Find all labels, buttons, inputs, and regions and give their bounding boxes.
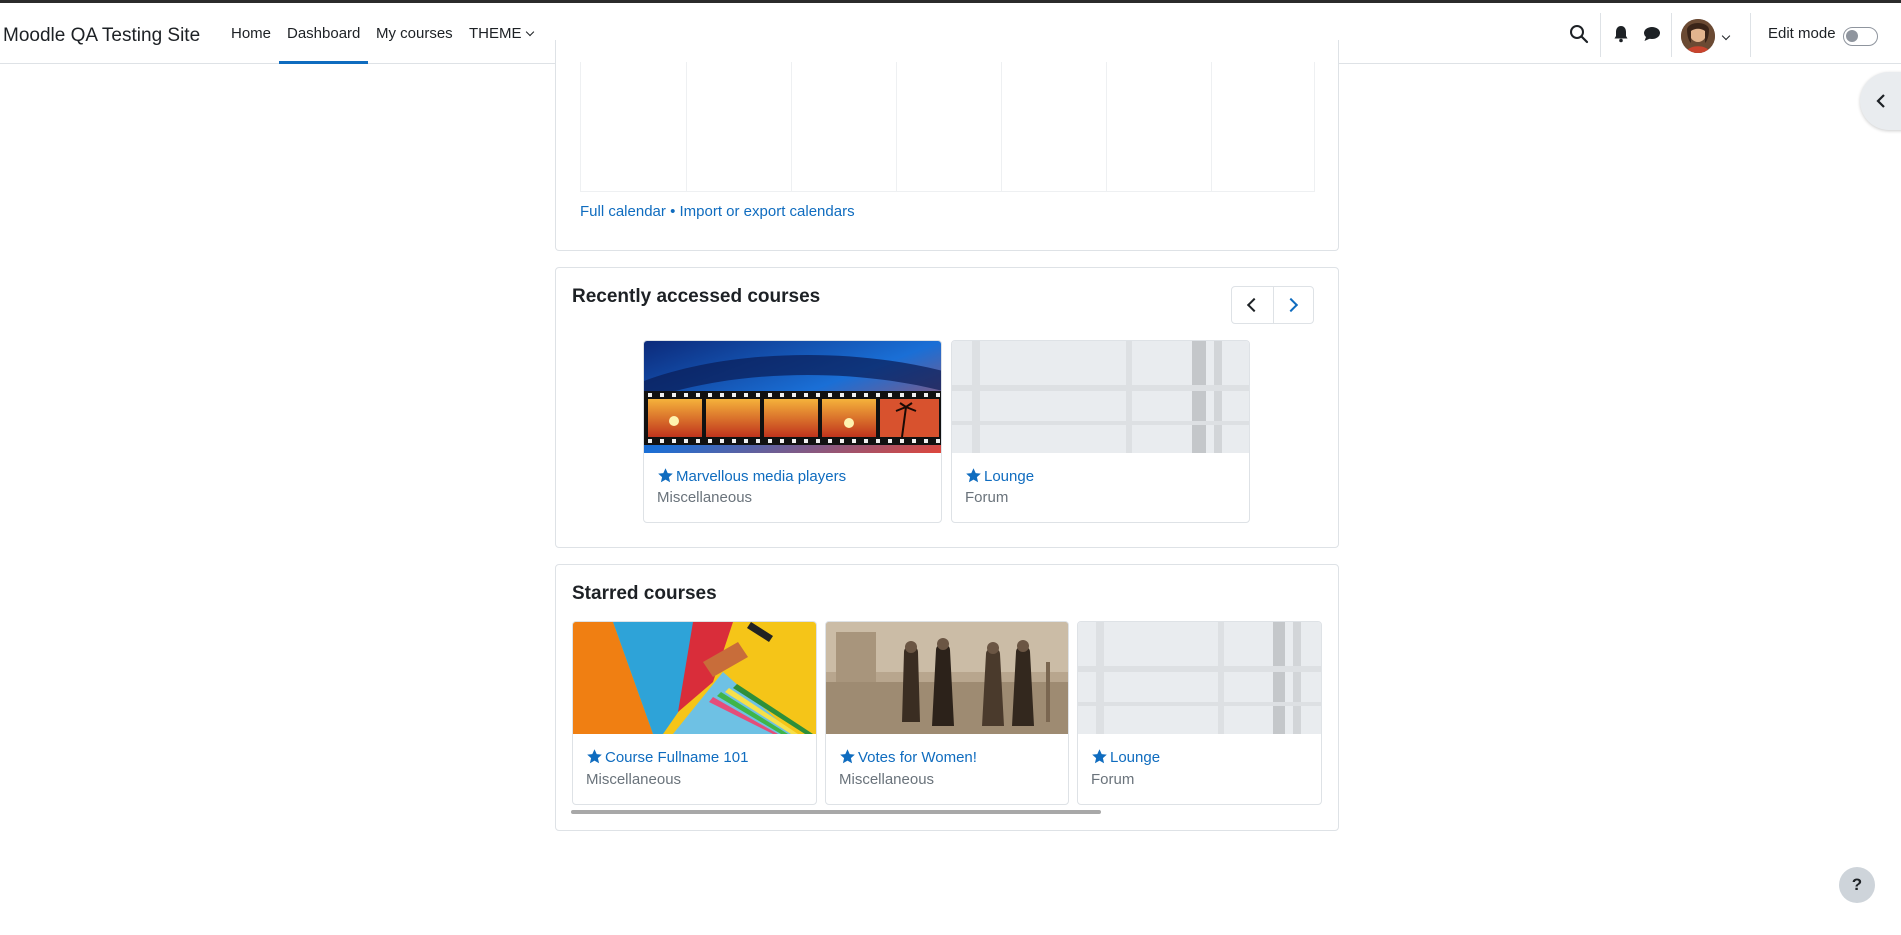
chevron-right-icon — [1283, 297, 1298, 313]
drawer-open-button[interactable] — [1860, 72, 1901, 130]
course-category: Forum — [965, 489, 1009, 506]
horizontal-scrollbar[interactable] — [571, 810, 1101, 814]
course-name-link[interactable]: Votes for Women! — [839, 748, 977, 766]
edit-mode-label: Edit mode — [1768, 25, 1836, 42]
toggle-knob — [1846, 30, 1858, 42]
course-name-link[interactable]: Marvellous media players — [657, 467, 846, 485]
course-card[interactable]: Marvellous media players Miscellaneous — [643, 340, 942, 523]
course-pager — [1231, 286, 1314, 324]
star-icon — [658, 468, 673, 483]
course-image[interactable] — [573, 622, 816, 734]
course-image[interactable] — [1078, 622, 1321, 734]
star-icon — [1092, 749, 1107, 764]
course-name-link[interactable]: Course Fullname 101 — [586, 748, 748, 766]
site-name[interactable]: Moodle QA Testing Site — [3, 25, 200, 47]
course-image[interactable] — [826, 622, 1068, 734]
nav-theme[interactable]: THEME — [469, 25, 534, 42]
edit-mode-toggle[interactable] — [1843, 27, 1878, 46]
course-card[interactable]: Votes for Women! Miscellaneous — [825, 621, 1069, 805]
calendar-grid — [580, 62, 1315, 192]
nav-my-courses[interactable]: My courses — [376, 25, 453, 42]
star-icon — [840, 749, 855, 764]
previous-page-button[interactable] — [1232, 287, 1273, 323]
star-icon — [966, 468, 981, 483]
nav-dashboard[interactable]: Dashboard — [287, 25, 360, 42]
course-image[interactable] — [644, 341, 941, 453]
next-page-button[interactable] — [1272, 287, 1314, 323]
course-category: Miscellaneous — [839, 771, 935, 788]
course-card[interactable]: Lounge Forum — [951, 340, 1250, 523]
chevron-left-icon — [1246, 297, 1262, 313]
help-button[interactable]: ? — [1839, 867, 1875, 903]
chevron-down-icon[interactable] — [1721, 29, 1731, 46]
block-title: Starred courses — [572, 583, 717, 604]
navbar-divider — [1600, 13, 1601, 57]
full-calendar-link[interactable]: Full calendar — [580, 203, 666, 220]
block-title: Recently accessed courses — [572, 286, 821, 307]
course-name-link[interactable]: Lounge — [965, 467, 1034, 485]
calendar-footer-links: Full calendar • Import or export calenda… — [580, 203, 855, 220]
recently-accessed-courses-block: Recently accessed courses Marvellous med… — [555, 267, 1339, 548]
link-separator: • — [670, 203, 676, 220]
bell-icon[interactable] — [1610, 23, 1632, 45]
star-icon — [587, 749, 602, 764]
course-category: Miscellaneous — [657, 489, 753, 506]
nav-home[interactable]: Home — [231, 25, 271, 42]
course-category: Miscellaneous — [586, 771, 682, 788]
message-icon[interactable] — [1641, 23, 1663, 45]
calendar-block: Full calendar • Import or export calenda… — [555, 40, 1339, 251]
search-icon[interactable] — [1568, 23, 1590, 45]
avatar[interactable] — [1681, 19, 1715, 53]
navbar-divider — [1671, 13, 1672, 57]
starred-courses-block: Starred courses Course Fullname 101 Misc… — [555, 564, 1339, 831]
import-export-calendars-link[interactable]: Import or export calendars — [680, 203, 855, 220]
chevron-down-icon — [525, 27, 534, 37]
course-card[interactable]: Course Fullname 101 Miscellaneous — [572, 621, 817, 805]
course-category: Forum — [1091, 771, 1135, 788]
course-image[interactable] — [952, 341, 1249, 453]
navbar-divider — [1750, 13, 1751, 57]
course-name-link[interactable]: Lounge — [1091, 748, 1160, 766]
active-nav-indicator — [279, 61, 368, 64]
nav-theme-label: THEME — [469, 25, 522, 42]
chevron-left-icon — [1876, 94, 1885, 108]
course-card[interactable]: Lounge Forum — [1077, 621, 1322, 805]
